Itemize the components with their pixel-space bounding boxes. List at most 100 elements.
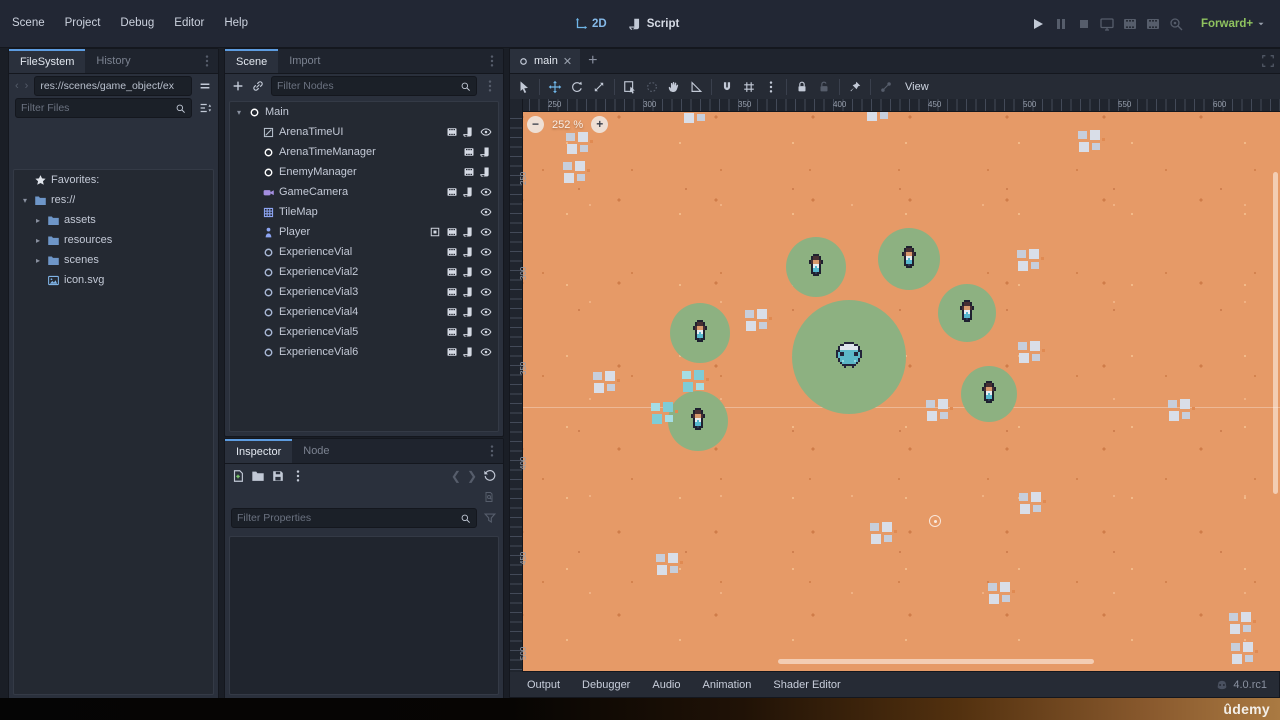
bottom-tab-output[interactable]: Output: [516, 679, 571, 691]
scene-node-player[interactable]: Player: [230, 222, 498, 242]
horizontal-scrollbar[interactable]: [778, 659, 1094, 664]
visibility-icon[interactable]: [480, 346, 492, 358]
scene-node-experiencevial[interactable]: ExperienceVial: [230, 242, 498, 262]
scene-node-experiencevial2[interactable]: ExperienceVial2: [230, 262, 498, 282]
fs-item-res-[interactable]: ▾ res://: [14, 190, 213, 210]
play-custom-scene-button-icon[interactable]: [1145, 16, 1161, 32]
workspace-tab-script[interactable]: Script: [621, 17, 688, 31]
group-node-button-icon[interactable]: [848, 80, 862, 94]
history-back-icon[interactable]: ❮: [451, 469, 461, 483]
vertical-scrollbar[interactable]: [1273, 172, 1278, 494]
clapper-icon[interactable]: [446, 226, 458, 238]
movie-maker-button-icon[interactable]: [1168, 16, 1184, 32]
enemy-sprite[interactable]: [693, 320, 707, 347]
scene-node-experiencevial5[interactable]: ExperienceVial5: [230, 322, 498, 342]
scene-menu-icon[interactable]: [485, 54, 499, 68]
scene-node-tilemap[interactable]: TileMap: [230, 202, 498, 222]
visibility-icon[interactable]: [480, 266, 492, 278]
inspector-menu-icon[interactable]: [485, 444, 499, 458]
filter-nodes-input[interactable]: Filter Nodes: [271, 76, 477, 96]
move-tool-icon[interactable]: [548, 80, 562, 94]
attached-script-icon[interactable]: [463, 246, 475, 258]
pan-tool-icon[interactable]: [667, 80, 681, 94]
clapper-icon[interactable]: [463, 166, 475, 178]
scene-tab-main[interactable]: main ✕: [510, 49, 581, 73]
2d-canvas[interactable]: [510, 99, 1280, 672]
attached-script-icon[interactable]: [463, 126, 475, 138]
expand-viewport-icon[interactable]: [1261, 54, 1275, 68]
tab-scene[interactable]: Scene: [225, 49, 279, 73]
enemy-sprite[interactable]: [691, 408, 705, 435]
enemy-sprite[interactable]: [809, 254, 823, 281]
lasso-tool-icon[interactable]: [645, 80, 659, 94]
menu-help[interactable]: Help: [214, 0, 258, 47]
close-tab-icon[interactable]: ✕: [563, 55, 572, 68]
bottom-tab-debugger[interactable]: Debugger: [571, 679, 641, 691]
expander-icon[interactable]: ▾: [20, 196, 30, 205]
attached-script-icon[interactable]: [480, 146, 492, 158]
load-resource-icon[interactable]: [251, 469, 265, 483]
tab-import[interactable]: Import: [278, 49, 331, 73]
expander-icon[interactable]: ▸: [33, 236, 43, 245]
pause-button-icon[interactable]: [1053, 16, 1069, 32]
snap-options-menu-icon[interactable]: [764, 80, 778, 94]
enemy-sprite[interactable]: [960, 300, 974, 327]
attached-script-icon[interactable]: [463, 266, 475, 278]
menu-scene[interactable]: Scene: [2, 0, 55, 47]
zoom-out-button[interactable]: −: [527, 116, 544, 133]
instance-scene-icon[interactable]: [251, 79, 265, 93]
open-docs-icon[interactable]: [483, 491, 495, 503]
clapper-icon[interactable]: [446, 186, 458, 198]
list-select-tool-icon[interactable]: [623, 80, 637, 94]
visibility-icon[interactable]: [480, 306, 492, 318]
scene-node-gamecamera[interactable]: GameCamera: [230, 182, 498, 202]
filter-files-input[interactable]: Filter Files: [15, 98, 192, 118]
enemy-sprite[interactable]: [982, 381, 996, 408]
menu-project[interactable]: Project: [55, 0, 111, 47]
scene-node-enemymanager[interactable]: EnemyManager: [230, 162, 498, 182]
visibility-icon[interactable]: [480, 246, 492, 258]
tab-history[interactable]: History: [85, 49, 141, 73]
attached-script-icon[interactable]: [463, 306, 475, 318]
filter-properties-input[interactable]: Filter Properties: [231, 508, 477, 528]
scale-tool-icon[interactable]: [592, 80, 606, 94]
select-tool-icon[interactable]: [517, 80, 531, 94]
fs-item-assets[interactable]: ▸ assets: [14, 210, 213, 230]
clapper-icon[interactable]: [446, 286, 458, 298]
skeleton-options-icon[interactable]: [879, 80, 893, 94]
save-resource-icon[interactable]: [271, 469, 285, 483]
scene-node-arenatimeui[interactable]: ArenaTimeUI: [230, 122, 498, 142]
scene-tree-options-icon[interactable]: [483, 79, 497, 93]
visibility-icon[interactable]: [480, 226, 492, 238]
expander-icon[interactable]: ▾: [234, 108, 244, 117]
stop-button-icon[interactable]: [1076, 16, 1092, 32]
visibility-icon[interactable]: [480, 206, 492, 218]
path-input[interactable]: res://scenes/game_object/ex: [34, 76, 192, 96]
clapper-icon[interactable]: [446, 266, 458, 278]
menu-debug[interactable]: Debug: [110, 0, 164, 47]
scene-node-experiencevial6[interactable]: ExperienceVial6: [230, 342, 498, 362]
visibility-icon[interactable]: [480, 326, 492, 338]
bottom-tab-audio[interactable]: Audio: [641, 679, 691, 691]
tab-node[interactable]: Node: [292, 439, 340, 463]
play-remote-button-icon[interactable]: [1099, 16, 1115, 32]
player-sprite[interactable]: [836, 342, 862, 373]
visibility-icon[interactable]: [480, 286, 492, 298]
attached-script-icon[interactable]: [463, 226, 475, 238]
tab-inspector[interactable]: Inspector: [225, 439, 293, 463]
visibility-icon[interactable]: [480, 186, 492, 198]
view-menu[interactable]: View: [901, 81, 933, 93]
object-history-icon[interactable]: [483, 469, 497, 483]
attached-script-icon[interactable]: [463, 326, 475, 338]
unlock-node-button-icon[interactable]: [817, 80, 831, 94]
lock-node-button-icon[interactable]: [795, 80, 809, 94]
attached-script-icon[interactable]: [480, 166, 492, 178]
smart-snap-toggle-icon[interactable]: [720, 80, 734, 94]
zoom-percent-label[interactable]: 252 %: [552, 119, 583, 131]
fs-item-resources[interactable]: ▸ resources: [14, 230, 213, 250]
visibility-icon[interactable]: [480, 126, 492, 138]
history-forward-icon[interactable]: ❯: [467, 469, 477, 483]
new-scene-tab-button[interactable]: +: [580, 49, 605, 73]
property-filter-icon[interactable]: [483, 511, 497, 525]
bottom-tab-animation[interactable]: Animation: [692, 679, 763, 691]
